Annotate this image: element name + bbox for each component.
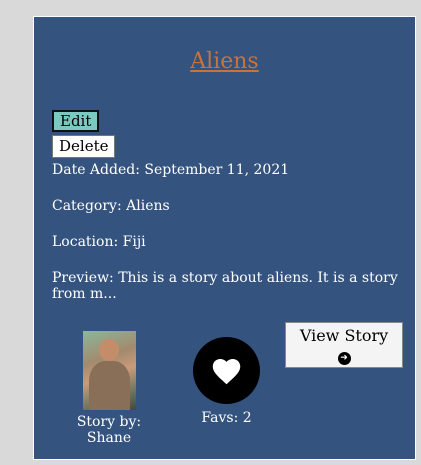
edit-button[interactable]: Edit xyxy=(52,110,100,132)
category: Category: Aliens xyxy=(52,198,170,214)
arrow-right-circle-icon: ➜ xyxy=(337,352,351,365)
heart-icon xyxy=(212,358,241,385)
preview-text: Preview: This is a story about aliens. I… xyxy=(52,270,398,302)
delete-button[interactable]: Delete xyxy=(52,135,116,158)
favorite-button[interactable] xyxy=(193,337,260,404)
favs-count: Favs: 2 xyxy=(201,410,252,426)
story-card: Aliens Edit Delete Date Added: September… xyxy=(33,16,416,460)
view-story-button[interactable]: View Story ➜ xyxy=(285,322,403,368)
date-added: Date Added: September 11, 2021 xyxy=(52,162,290,178)
location: Location: Fiji xyxy=(52,234,146,250)
avatar-head xyxy=(99,339,119,361)
view-story-label: View Story xyxy=(299,326,389,345)
story-title-link[interactable]: Aliens xyxy=(34,49,415,74)
author-avatar xyxy=(83,331,136,410)
story-by-author: Story by: Shane xyxy=(76,414,142,446)
avatar-body xyxy=(89,361,130,410)
